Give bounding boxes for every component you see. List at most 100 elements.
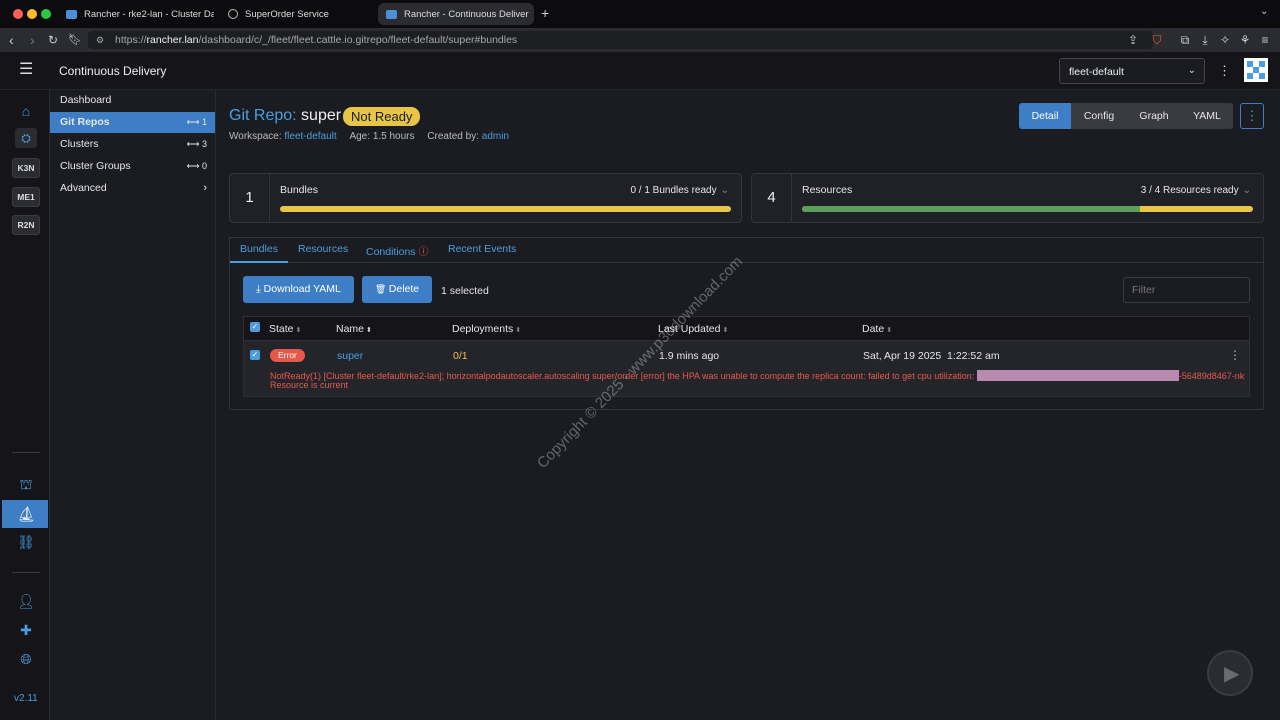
resources-card: 4 Resources 3 / 4 Resources ready ⌄ xyxy=(751,173,1264,223)
tab-list-chevron-icon[interactable]: ⌄ xyxy=(1260,6,1268,17)
hamburger-menu-icon[interactable]: ☰ xyxy=(19,62,33,78)
bookmark-icon[interactable]: 🔖︎ xyxy=(68,32,82,48)
view-config-button[interactable]: Config xyxy=(1071,103,1127,129)
bundles-progress-bar xyxy=(280,206,731,212)
avatar[interactable] xyxy=(1244,58,1268,82)
last-updated-value: 1.9 mins ago xyxy=(659,350,720,362)
select-all-checkbox[interactable]: ✓ xyxy=(250,322,260,332)
reload-icon[interactable]: ↻ xyxy=(48,32,58,48)
workspace-select[interactable]: fleet-default ⌄ xyxy=(1059,58,1205,84)
back-icon[interactable]: ‹ xyxy=(9,32,14,48)
column-deployments[interactable]: Deployments ⬍ xyxy=(452,323,521,335)
tab-recent-events[interactable]: Recent Events xyxy=(448,243,516,255)
nav-advanced[interactable]: Advanced › xyxy=(50,178,215,199)
bundles-card: 1 Bundles 0 / 1 Bundles ready ⌄ xyxy=(229,173,742,223)
column-state[interactable]: State ⬍ xyxy=(269,323,301,335)
continuous-delivery-nav[interactable]: ⛵︎ xyxy=(2,500,48,528)
brave-shield-icon[interactable]: ⛉ xyxy=(1150,33,1164,47)
page-title: Git Repo: super xyxy=(229,107,342,124)
actions-menu-button[interactable]: ⋮ xyxy=(1240,103,1264,129)
workspace-link[interactable]: fleet-default xyxy=(284,131,336,142)
view-graph-button[interactable]: Graph xyxy=(1127,103,1181,129)
cluster-chip-r2n[interactable]: R2N xyxy=(12,215,40,235)
view-detail-button[interactable]: Detail xyxy=(1019,103,1071,129)
browser-tab[interactable]: Rancher - rke2-lan - Cluster Das xyxy=(58,3,214,25)
state-badge: Error xyxy=(270,349,305,362)
download-icon[interactable]: ⤓ xyxy=(1198,33,1212,47)
site-settings-icon[interactable]: ⚙ xyxy=(96,31,104,49)
cluster-chip-k3n[interactable]: K3N xyxy=(12,158,40,178)
bundles-summary[interactable]: 0 / 1 Bundles ready ⌄ xyxy=(630,185,729,196)
table-row: ✓ Error super 0/1 1.9 mins ago Sat, Apr … xyxy=(243,341,1250,397)
column-name[interactable]: Name ⬍ xyxy=(336,323,372,335)
tab-resources[interactable]: Resources xyxy=(298,243,348,255)
chevron-right-icon: › xyxy=(203,182,207,194)
link-count-icon: ⟷ xyxy=(186,139,202,149)
address-bar[interactable]: ⚙ https://rancher.lan/dashboard/c/_/flee… xyxy=(88,31,1153,49)
sailboat-icon: ⛵︎ xyxy=(17,506,37,523)
globe-icon[interactable]: 🌐︎ xyxy=(17,650,35,668)
browser-menu-icon[interactable]: ≡ xyxy=(1258,33,1272,47)
rancher-favicon-icon xyxy=(66,9,77,19)
download-yaml-button[interactable]: ⤓ Download YAML xyxy=(243,276,354,303)
row-checkbox[interactable]: ✓ xyxy=(250,350,260,360)
new-tab-icon[interactable]: + xyxy=(541,5,549,21)
tab-close-icon[interactable]: ✕ xyxy=(529,8,534,21)
link-icon[interactable]: ⛓ xyxy=(17,533,35,551)
bundle-name-link[interactable]: super xyxy=(337,350,363,362)
cluster-rail: ⌂ ⛭ K3N ME1 R2N ⛫ ⛵︎ ⛓ 👤︎ ✚ 🌐︎ v2.11 xyxy=(0,90,50,720)
filter-input[interactable] xyxy=(1123,277,1250,303)
delete-button[interactable]: 🗑︎ Delete xyxy=(362,276,432,303)
created-by-link[interactable]: admin xyxy=(482,131,509,142)
rancher-favicon-icon xyxy=(386,9,397,19)
page-meta: Workspace: fleet-default Age: 1.5 hours … xyxy=(229,131,510,142)
nav-dashboard[interactable]: Dashboard xyxy=(50,90,215,111)
cluster-chip-me1[interactable]: ME1 xyxy=(12,187,40,207)
view-yaml-button[interactable]: YAML xyxy=(1181,103,1233,129)
message-selection-highlight: unable to get metrics for resource cpu: … xyxy=(976,370,1179,381)
user-icon[interactable]: 👤︎ xyxy=(17,592,35,610)
minimize-window-dot[interactable] xyxy=(27,9,37,19)
browser-tab-bar: Rancher - rke2-lan - Cluster Das SuperOr… xyxy=(0,0,1280,28)
product-title: Continuous Delivery xyxy=(59,64,167,78)
apps-icon[interactable]: ⛫ xyxy=(17,475,35,493)
browser-tab-active[interactable]: Rancher - Continuous Deliver ✕ xyxy=(378,3,534,25)
nav-cluster-groups[interactable]: Cluster Groups ⟷ 0 xyxy=(50,156,215,177)
tab-conditions[interactable]: Conditions ⓘ xyxy=(366,243,429,258)
side-navigation: Dashboard Git Repos ⟷ 1 Clusters ⟷ 3 Clu… xyxy=(50,90,216,720)
home-icon[interactable]: ⌂ xyxy=(17,102,35,120)
tab-active-indicator xyxy=(230,261,288,263)
resources-summary[interactable]: 3 / 4 Resources ready ⌄ xyxy=(1141,185,1251,196)
leo-ai-icon[interactable]: ✧ xyxy=(1218,33,1232,47)
table-header xyxy=(243,316,1250,341)
column-date[interactable]: Date ⬍ xyxy=(862,323,892,335)
resources-ready-fill xyxy=(802,206,1140,212)
status-badge: Not Ready xyxy=(343,107,421,126)
nav-clusters[interactable]: Clusters ⟷ 3 xyxy=(50,134,215,155)
error-circle-icon: ⓘ xyxy=(418,247,429,258)
download-icon: ⤓ xyxy=(256,283,264,295)
tab-bundles[interactable]: Bundles xyxy=(240,243,278,255)
wallet-icon[interactable]: ⚘ xyxy=(1238,33,1252,47)
forward-icon[interactable]: › xyxy=(30,32,35,48)
extensions-puzzle-icon[interactable]: ✚ xyxy=(17,621,35,639)
error-message: NotReady(1) [Cluster fleet-default/rke2-… xyxy=(270,370,1245,381)
close-window-dot[interactable] xyxy=(13,9,23,19)
extensions-icon[interactable]: ⧉ xyxy=(1178,33,1192,47)
more-options-icon[interactable]: ⋮ xyxy=(1218,63,1231,79)
browser-tab[interactable]: SuperOrder Service xyxy=(220,3,376,25)
chevron-down-icon: ⌄ xyxy=(1187,65,1196,76)
share-icon[interactable]: ⇪ xyxy=(1126,33,1140,47)
maximize-window-dot[interactable] xyxy=(41,9,51,19)
link-count-icon: ⟷ xyxy=(186,117,202,127)
version-link[interactable]: v2.11 xyxy=(14,693,38,704)
row-actions-icon[interactable]: ⋮ xyxy=(1229,348,1241,362)
app-header: ☰ Continuous Delivery fleet-default ⌄ ⋮ xyxy=(0,52,1280,90)
nav-git-repos[interactable]: Git Repos ⟷ 1 xyxy=(50,112,215,133)
browser-toolbar: ‹ › ↻ 🔖︎ ⚙ https://rancher.lan/dashboard… xyxy=(0,28,1280,52)
date-value: Sat, Apr 19 2025 1:22:52 am xyxy=(863,350,1000,362)
play-overlay-button[interactable]: ▶ xyxy=(1207,650,1253,696)
globe-favicon-icon xyxy=(228,9,238,19)
deployments-value: 0/1 xyxy=(453,350,468,362)
local-cluster-icon[interactable]: ⛭ xyxy=(15,128,37,148)
